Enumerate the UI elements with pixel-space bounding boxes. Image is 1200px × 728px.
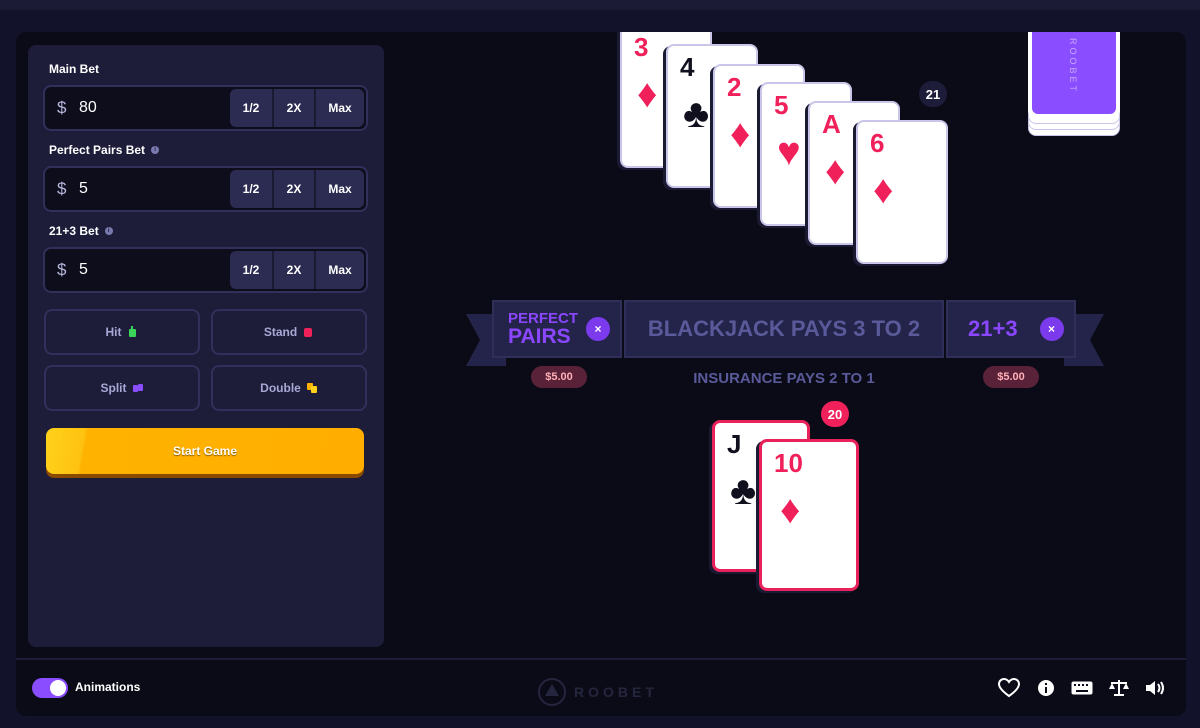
stand-label: Stand: [263, 325, 298, 339]
club-icon: ♣: [730, 469, 757, 513]
close-icon[interactable]: ×: [586, 317, 611, 341]
side-bet-label: 21+3 Bet i: [49, 224, 113, 238]
side-bet-input[interactable]: 5: [79, 261, 230, 279]
side-bet-field: $ 5 1/2 2X Max: [43, 247, 368, 293]
dollar-icon: $: [57, 179, 67, 198]
hit-button[interactable]: Hit: [44, 309, 200, 355]
dealer-total-badge: 21: [919, 81, 947, 107]
main-bet-half-button[interactable]: 1/2: [230, 89, 272, 127]
stand-hand-icon: [304, 328, 313, 337]
deck-logo-text: ROOBET: [1068, 38, 1078, 95]
start-game-button[interactable]: Start Game: [46, 428, 364, 474]
info-icon[interactable]: [1034, 676, 1058, 700]
perfect-pairs-title: PERFECT PAIRS: [508, 311, 578, 348]
info-icon[interactable]: i: [151, 146, 160, 154]
diamond-icon: ♦: [730, 112, 751, 156]
animations-label: Animations: [75, 680, 141, 694]
main-bet-modifiers: 1/2 2X Max: [230, 89, 364, 127]
diamond-icon: ♦: [873, 168, 894, 212]
main-bet-double-button[interactable]: 2X: [272, 89, 314, 127]
card-rank: A: [822, 109, 841, 139]
card-rank: 6: [870, 128, 885, 158]
insurance-text: INSURANCE PAYS 2 TO 1: [693, 370, 875, 387]
main-bet-max-button[interactable]: Max: [314, 89, 364, 127]
diamond-icon: ♦: [637, 72, 658, 116]
side-bet-zone[interactable]: 21+3 ×: [946, 300, 1076, 358]
card-rank: 3: [634, 32, 649, 62]
side-bet-max-button[interactable]: Max: [314, 251, 364, 289]
split-cards-icon: [132, 384, 143, 392]
perfect-pairs-max-button[interactable]: Max: [314, 170, 364, 208]
perfect-pairs-half-button[interactable]: 1/2: [230, 170, 272, 208]
blackjack-pays-zone: BLACKJACK PAYS 3 TO 2: [624, 300, 944, 358]
card-shoe: ROOBET: [1028, 32, 1120, 136]
card-rank: J: [727, 429, 742, 459]
info-icon[interactable]: i: [104, 227, 113, 235]
perfect-pairs-bet-field: $ 5 1/2 2X Max: [43, 166, 368, 212]
toggle-knob: [50, 680, 66, 696]
perfect-pairs-bet-modifiers: 1/2 2X Max: [230, 170, 364, 208]
card-rank: 2: [727, 72, 742, 102]
side-bet-amount-badge: $5.00: [983, 366, 1039, 388]
blackjack-pays-text: BLACKJACK PAYS 3 TO 2: [647, 316, 921, 341]
hit-label: Hit: [105, 325, 122, 339]
card-rank: 4: [680, 52, 695, 82]
card-back: ROOBET: [1032, 32, 1116, 114]
top-bar: [0, 0, 1200, 10]
deck-top-card: ROOBET: [1028, 32, 1120, 118]
double-label: Double: [260, 381, 301, 395]
player-card: 10 ♦: [759, 439, 859, 591]
game-frame: Main Bet $ 80 1/2 2X Max Perfect Pairs B…: [16, 32, 1186, 716]
double-button[interactable]: Double: [211, 365, 367, 411]
perfect-pairs-double-button[interactable]: 2X: [272, 170, 314, 208]
perfect-pairs-line2: PAIRS: [508, 325, 571, 348]
hit-hand-icon: [128, 326, 136, 337]
side-bet-zone-title: 21+3: [968, 316, 1018, 341]
footer-logo: ROOBET: [536, 676, 658, 708]
diamond-icon: ♦: [780, 488, 801, 532]
main-bet-input[interactable]: 80: [79, 99, 230, 117]
main-bet-label-text: Main Bet: [49, 62, 100, 76]
roobet-logo-icon: [538, 678, 566, 706]
dollar-icon: $: [57, 260, 67, 279]
club-icon: ♣: [683, 92, 710, 136]
perfect-pairs-bet-label: Perfect Pairs Bet i: [49, 143, 160, 157]
perfect-pairs-zone[interactable]: PERFECT PAIRS ×: [492, 300, 622, 358]
dollar-icon: $: [57, 98, 67, 117]
fairness-scale-icon[interactable]: [1107, 676, 1131, 700]
side-bet-modifiers: 1/2 2X Max: [230, 251, 364, 289]
side-bet-double-button[interactable]: 2X: [272, 251, 314, 289]
card-rank: 5: [774, 90, 789, 120]
perfect-pairs-amount-badge: $5.00: [531, 366, 587, 388]
main-bet-label: Main Bet: [49, 62, 99, 76]
split-button[interactable]: Split: [44, 365, 200, 411]
stand-button[interactable]: Stand: [211, 309, 367, 355]
card-rank: 10: [774, 448, 803, 478]
footer-divider: [16, 658, 1186, 660]
perfect-pairs-bet-label-text: Perfect Pairs Bet: [49, 143, 146, 157]
favorite-heart-icon[interactable]: [997, 676, 1021, 700]
perfect-pairs-bet-input[interactable]: 5: [79, 180, 230, 198]
player-total-badge: 20: [821, 401, 849, 427]
heart-icon: ♥: [777, 130, 801, 174]
sound-icon[interactable]: [1144, 676, 1168, 700]
dealer-card: 6 ♦: [856, 120, 948, 264]
split-label: Split: [100, 381, 127, 395]
bet-panel: Main Bet $ 80 1/2 2X Max Perfect Pairs B…: [28, 45, 384, 647]
keyboard-icon[interactable]: [1070, 676, 1094, 700]
side-bet-half-button[interactable]: 1/2: [230, 251, 272, 289]
close-icon[interactable]: ×: [1039, 317, 1064, 341]
footer-logo-text: ROOBET: [574, 684, 658, 700]
animations-toggle[interactable]: [32, 678, 68, 698]
main-bet-field: $ 80 1/2 2X Max: [43, 85, 368, 131]
side-bet-label-text: 21+3 Bet: [49, 224, 99, 238]
diamond-icon: ♦: [825, 149, 846, 193]
double-cards-icon: [306, 383, 317, 393]
